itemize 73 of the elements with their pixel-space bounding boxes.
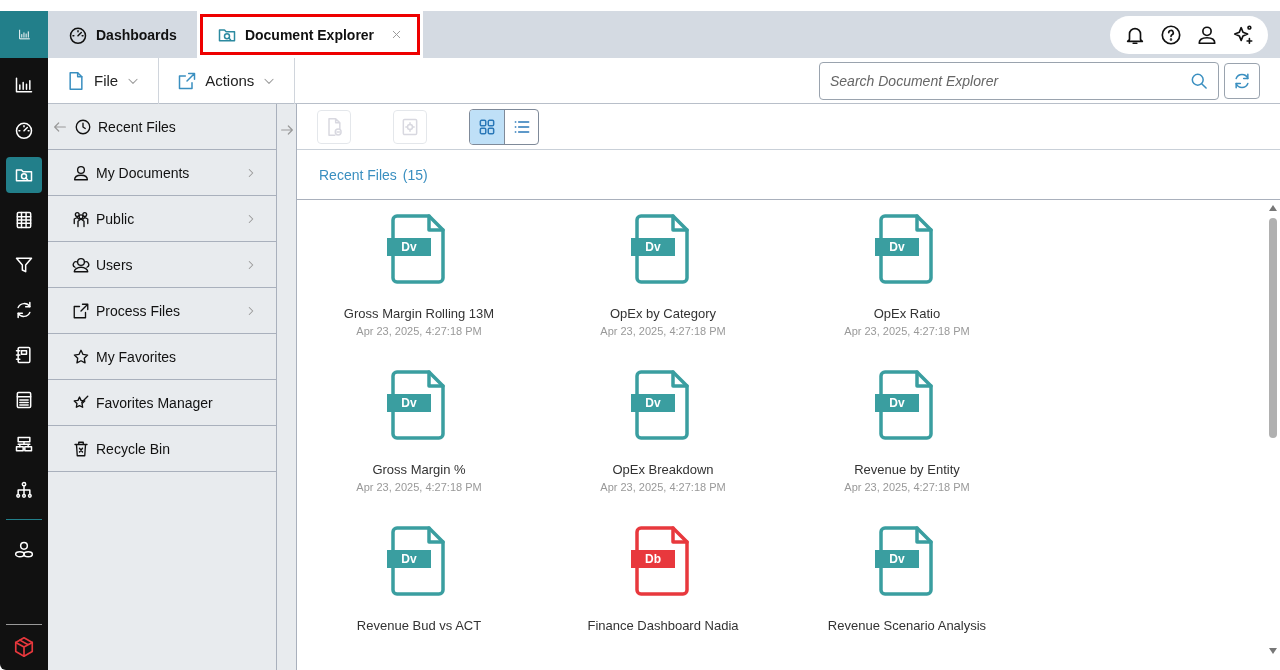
document-outline-icon (391, 214, 447, 284)
sidebar-item[interactable]: Process Files (48, 288, 276, 334)
file-date: Apr 23, 2025, 4:27:18 PM (844, 481, 970, 493)
sidebar-item[interactable]: My Documents (48, 150, 276, 196)
cluster-icon (14, 539, 34, 560)
file-type-badge: Dv (387, 238, 431, 256)
flow-chart-icon (14, 434, 34, 455)
file-date: Apr 23, 2025, 4:27:18 PM (844, 325, 970, 337)
hierarchy-icon (14, 479, 34, 500)
file-name[interactable]: Revenue Scenario Analysis (827, 618, 987, 633)
file-icon (66, 70, 86, 91)
person-icon (72, 163, 90, 182)
file-name[interactable]: OpEx Breakdown (612, 462, 714, 477)
document-outline-icon (391, 526, 447, 596)
notebook-icon (14, 344, 34, 365)
help-icon[interactable] (1160, 23, 1182, 46)
file-type-badge: Dv (631, 238, 675, 256)
file-type-badge: Dv (875, 394, 919, 412)
sidebar-item[interactable]: Users (48, 242, 276, 288)
bar-chart-icon (17, 28, 31, 41)
file-type-badge: Dv (631, 394, 675, 412)
users-icon (72, 255, 90, 274)
file-name[interactable]: Finance Dashboard Nadia (587, 618, 739, 633)
file-type-badge: Dv (875, 238, 919, 256)
file-date: Apr 23, 2025, 4:27:18 PM (356, 481, 482, 493)
document-outline-icon (879, 370, 935, 440)
sparkle-icon[interactable] (1232, 23, 1254, 46)
refresh-button[interactable] (1224, 62, 1260, 99)
file-date: Apr 23, 2025, 4:27:18 PM (600, 325, 726, 337)
document-outline-icon (635, 370, 691, 440)
search-field[interactable]: Search Document Explorer (819, 61, 1219, 100)
document-outline-icon (391, 370, 447, 440)
file-icon[interactable]: Db (633, 526, 693, 598)
tab[interactable]: Document Explorer (196, 11, 424, 58)
grid-view-button[interactable] (470, 109, 504, 144)
file-type-badge: Db (631, 550, 675, 568)
sidebar-item[interactable]: Public (48, 196, 276, 242)
user-icon[interactable] (1196, 23, 1218, 46)
sidebar-item[interactable]: Favorites Manager (48, 380, 276, 426)
document-outline-icon (635, 214, 691, 284)
document-outline-icon (635, 526, 691, 596)
people-icon (72, 209, 90, 228)
file-name[interactable]: Revenue Bud vs ACT (356, 618, 482, 633)
file-name[interactable]: Gross Margin Rolling 13M (343, 306, 495, 321)
clock-icon (74, 117, 92, 136)
sidebar-item[interactable]: Recycle Bin (48, 426, 276, 472)
report-icon (14, 389, 34, 410)
sidebar-header[interactable]: Recent Files (48, 104, 276, 150)
menu-button[interactable]: File (48, 57, 160, 104)
sidebar-item[interactable]: My Favorites (48, 334, 276, 380)
spreadsheet-icon (14, 209, 34, 230)
document-outline-icon (879, 214, 935, 284)
sync-icon (14, 299, 34, 320)
trash-icon (72, 439, 90, 458)
file-date: Apr 23, 2025, 4:27:18 PM (356, 325, 482, 337)
cube-logo-icon[interactable] (13, 636, 35, 658)
menu-button[interactable]: Actions (159, 57, 296, 104)
file-name[interactable]: OpEx Ratio (873, 306, 941, 321)
file-count: (15) (402, 166, 428, 183)
file-name[interactable]: OpEx by Category (609, 306, 717, 321)
file-type-badge: Dv (875, 550, 919, 568)
file-name[interactable]: Gross Margin % (372, 462, 466, 477)
file-type-badge: Dv (387, 550, 431, 568)
section-title: Recent Files (319, 166, 397, 183)
folder-search-nav-button[interactable] (6, 156, 42, 193)
file-date: Apr 23, 2025, 4:27:18 PM (600, 481, 726, 493)
export-icon (177, 70, 198, 91)
file-type-badge: Dv (387, 394, 431, 412)
settings-icon (400, 116, 420, 137)
file-name[interactable]: Revenue by Entity (854, 462, 960, 477)
document-outline-icon (879, 526, 935, 596)
star-icon (72, 347, 90, 366)
export-icon (72, 301, 90, 320)
